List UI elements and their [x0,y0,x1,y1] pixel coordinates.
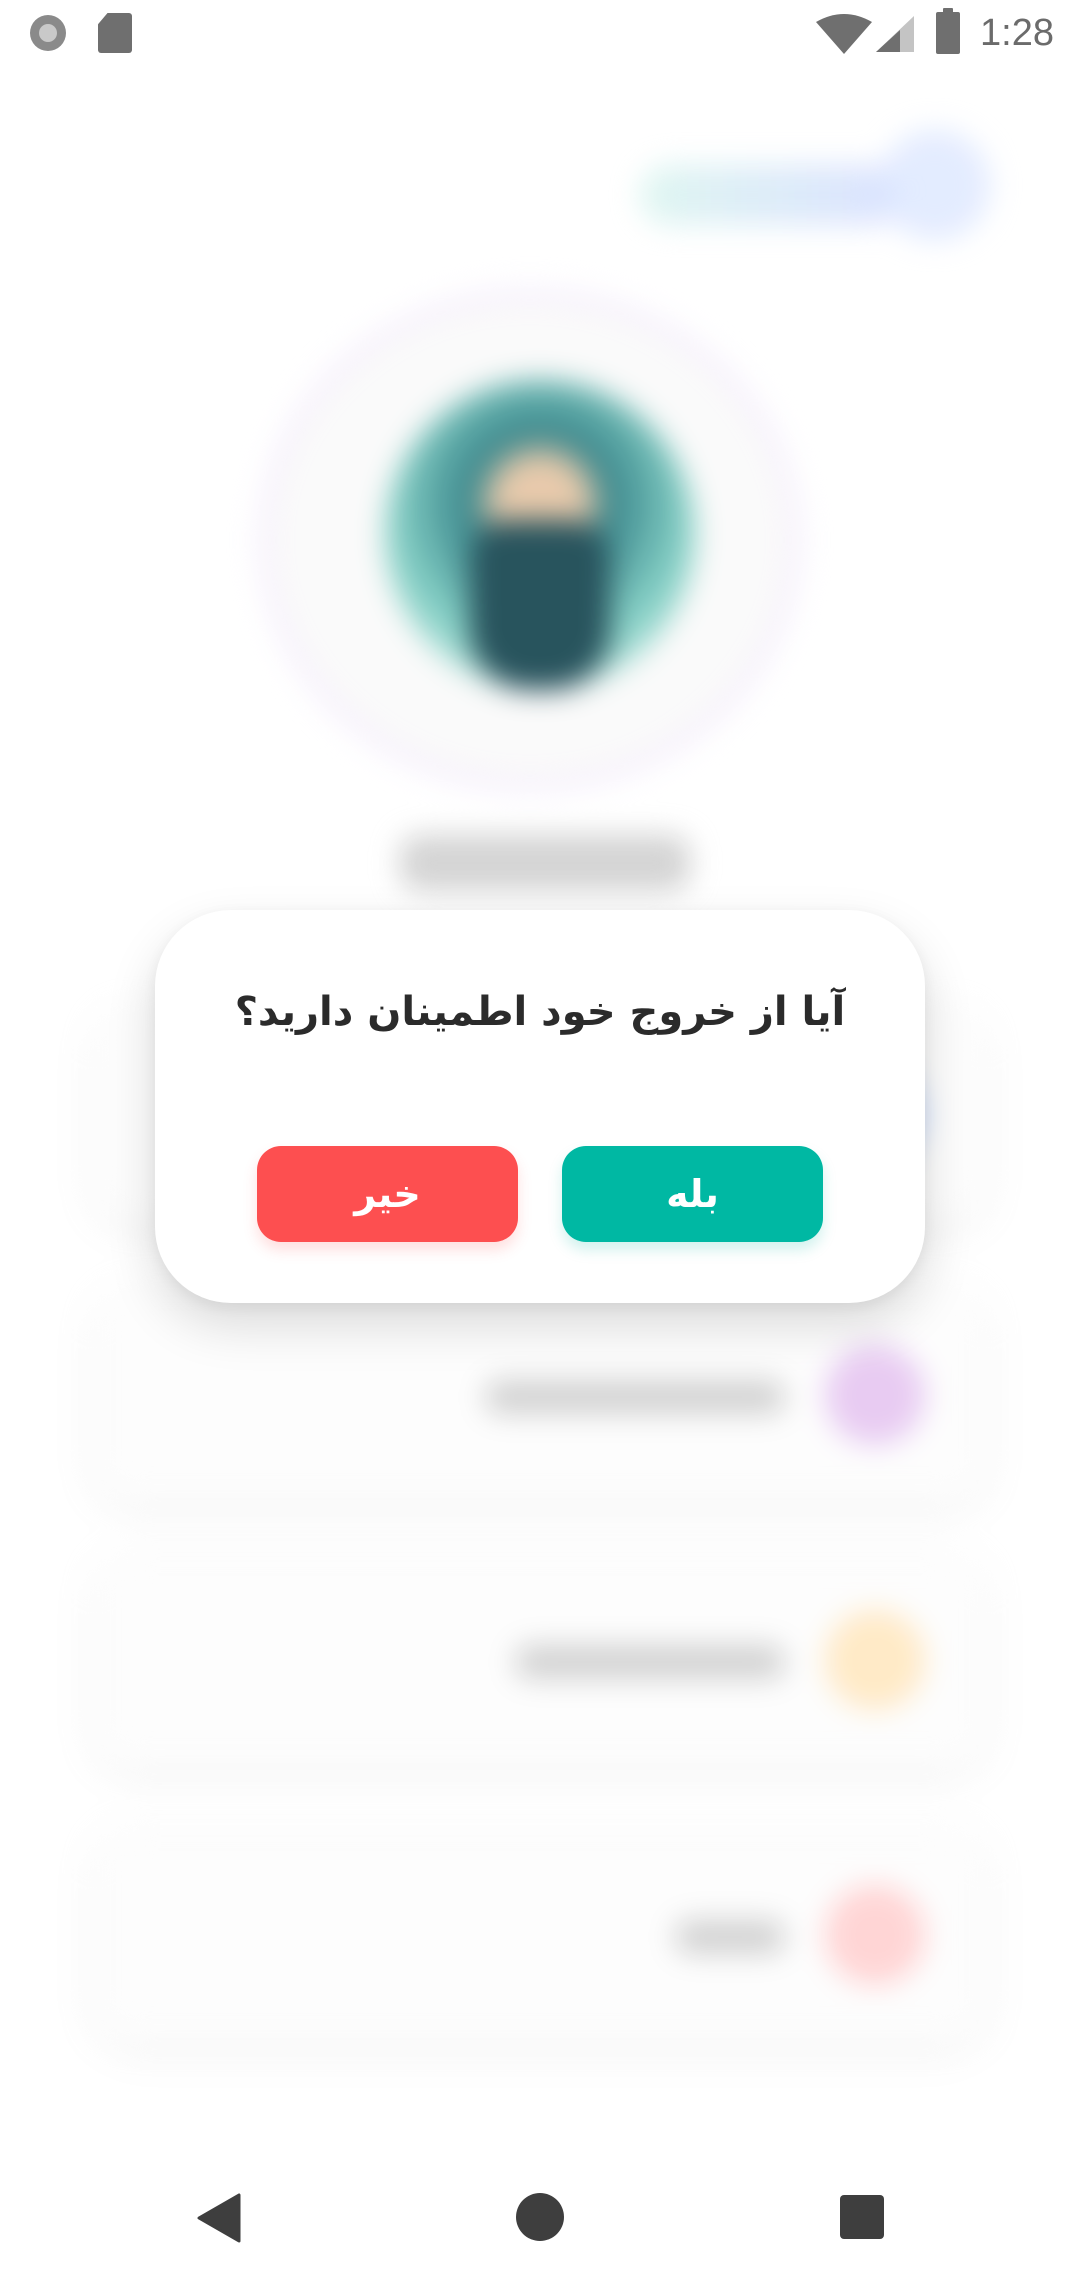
wifi-icon [816,14,872,54]
logout-confirm-dialog: آیا از خروج خود اطمینان دارید؟ بله خیر [155,910,925,1303]
dialog-question: آیا از خروج خود اطمینان دارید؟ [234,989,846,1035]
battery-icon [936,8,960,54]
navigation-bar [0,2160,1080,2280]
recents-icon[interactable] [840,2195,884,2239]
confirm-button[interactable]: بله [562,1146,823,1242]
sd-card-icon [98,13,132,53]
back-icon[interactable] [197,2193,241,2243]
record-icon [30,15,66,51]
cancel-button[interactable]: خیر [257,1146,518,1242]
home-icon[interactable] [516,2193,564,2241]
status-time: 1:28 [980,12,1054,54]
status-bar: 1:28 [0,0,1080,66]
cell-signal-icon [876,16,914,52]
